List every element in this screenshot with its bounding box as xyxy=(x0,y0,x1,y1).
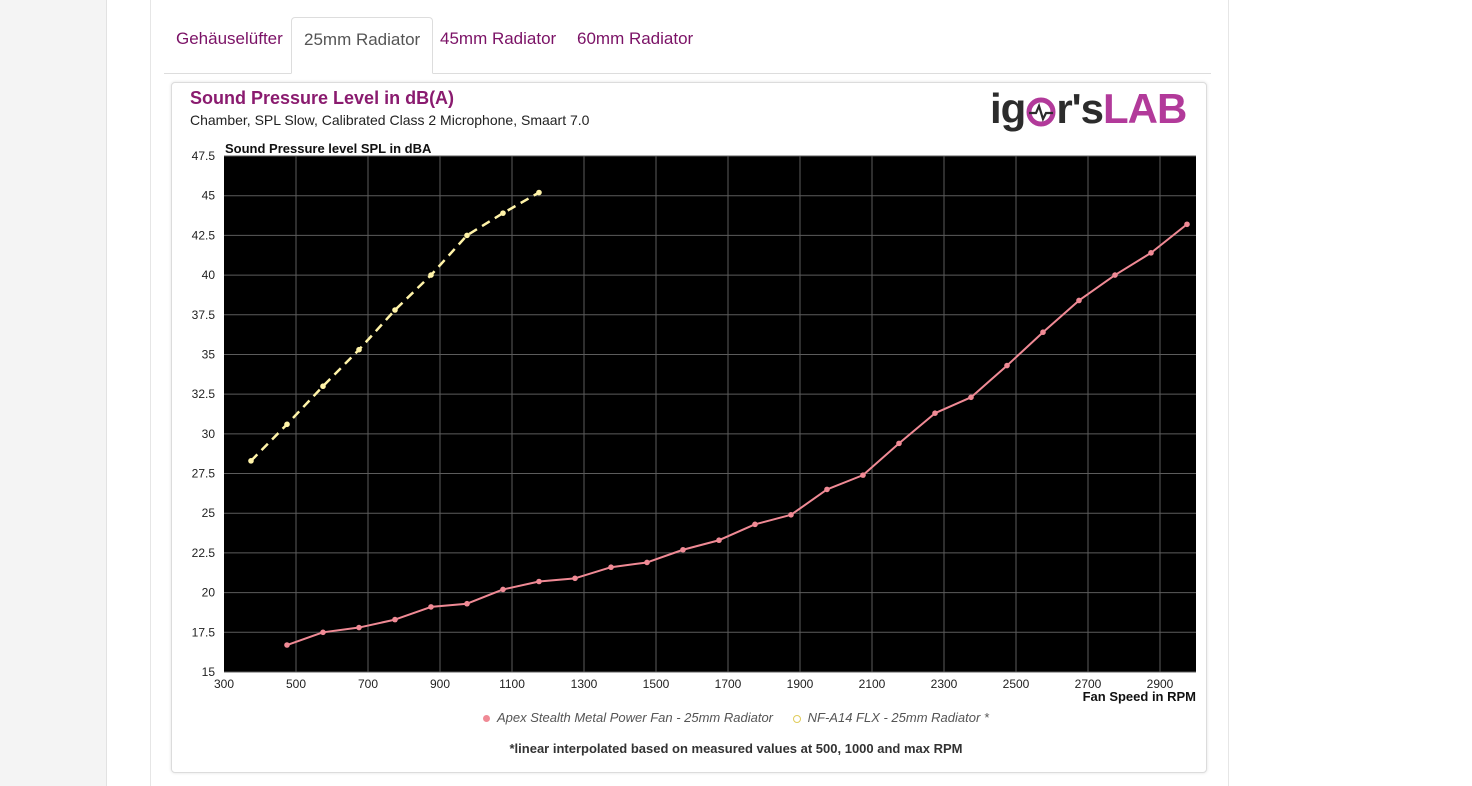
series-point-1[interactable] xyxy=(320,383,326,390)
series-point-1[interactable] xyxy=(536,189,542,196)
series-point-0[interactable] xyxy=(320,629,326,636)
series-point-1[interactable] xyxy=(428,272,434,278)
series-point-0[interactable] xyxy=(1076,297,1082,304)
y-tick-label: 42.5 xyxy=(192,228,216,242)
series-point-0[interactable] xyxy=(644,559,650,566)
x-tick-label: 500 xyxy=(286,677,306,691)
y-tick-label: 40 xyxy=(202,268,216,282)
series-point-0[interactable] xyxy=(824,486,830,493)
x-tick-label: 1300 xyxy=(571,677,598,691)
legend-item-apex[interactable]: Apex Stealth Metal Power Fan - 25mm Radi… xyxy=(483,710,773,725)
series-point-0[interactable] xyxy=(1148,250,1154,256)
y-tick-label: 35 xyxy=(202,347,216,361)
series-point-1[interactable] xyxy=(464,232,470,239)
y-tick-label: 20 xyxy=(202,586,216,600)
series-point-0[interactable] xyxy=(788,512,794,518)
series-point-0[interactable] xyxy=(860,472,866,478)
series-point-0[interactable] xyxy=(1184,221,1190,228)
legend-item-nf-a14[interactable]: NF-A14 FLX - 25mm Radiator * xyxy=(792,710,989,725)
y-tick-label: 17.5 xyxy=(192,625,216,639)
series-point-0[interactable] xyxy=(1040,329,1046,336)
series-point-0[interactable] xyxy=(356,624,362,631)
series-point-0[interactable] xyxy=(1112,272,1118,278)
y-tick-label: 45 xyxy=(202,189,216,203)
x-tick-label: 900 xyxy=(430,677,450,691)
series-point-0[interactable] xyxy=(896,440,902,447)
x-tick-label: 1700 xyxy=(715,677,742,691)
chart-footnote: *linear interpolated based on measured v… xyxy=(509,741,963,756)
legend-marker-apex xyxy=(483,715,490,723)
y-tick-label: 27.5 xyxy=(192,467,216,481)
y-tick-label: 47.5 xyxy=(192,149,216,163)
x-tick-label: 700 xyxy=(358,677,378,691)
y-tick-label: 32.5 xyxy=(192,387,216,401)
series-point-1[interactable] xyxy=(248,458,254,464)
x-tick-label: 300 xyxy=(214,677,234,691)
chart-legend: Apex Stealth Metal Power Fan - 25mm Radi… xyxy=(0,710,1472,725)
series-point-0[interactable] xyxy=(428,604,434,610)
series-point-1[interactable] xyxy=(500,210,506,216)
y-tick-label: 22.5 xyxy=(192,546,216,560)
plot-area xyxy=(224,156,1196,672)
series-point-0[interactable] xyxy=(680,546,686,553)
series-point-0[interactable] xyxy=(500,586,506,593)
y-tick-label: 30 xyxy=(202,427,216,441)
series-point-0[interactable] xyxy=(536,578,542,585)
series-point-1[interactable] xyxy=(356,346,362,353)
series-point-1[interactable] xyxy=(284,421,290,428)
y-tick-label: 25 xyxy=(202,506,216,520)
series-point-0[interactable] xyxy=(716,537,722,544)
series-point-1[interactable] xyxy=(392,307,398,313)
legend-marker-nf-a14 xyxy=(792,714,801,723)
series-point-0[interactable] xyxy=(968,394,974,401)
x-axis-label: Fan Speed in RPM xyxy=(1083,689,1196,704)
series-point-0[interactable] xyxy=(464,600,470,607)
legend-label-nf-a14: NF-A14 FLX - 25mm Radiator * xyxy=(807,710,989,725)
x-tick-label: 1900 xyxy=(787,677,814,691)
series-point-0[interactable] xyxy=(572,575,578,582)
y-axis-label: Sound Pressure level SPL in dBA xyxy=(225,141,432,156)
sound-pressure-chart: 1517.52022.52527.53032.53537.54042.54547… xyxy=(192,141,1196,704)
series-point-0[interactable] xyxy=(392,616,398,623)
series-point-0[interactable] xyxy=(932,410,938,417)
y-tick-label: 37.5 xyxy=(192,308,216,322)
legend-label-apex: Apex Stealth Metal Power Fan - 25mm Radi… xyxy=(497,710,774,725)
x-tick-label: 2500 xyxy=(1003,677,1030,691)
x-tick-label: 1100 xyxy=(499,677,525,691)
x-tick-label: 2300 xyxy=(931,677,958,691)
series-point-0[interactable] xyxy=(1004,362,1010,369)
series-point-0[interactable] xyxy=(752,521,758,528)
series-point-0[interactable] xyxy=(608,564,614,571)
x-tick-label: 1500 xyxy=(643,677,670,691)
series-point-0[interactable] xyxy=(284,642,290,648)
x-tick-label: 2100 xyxy=(859,677,886,691)
